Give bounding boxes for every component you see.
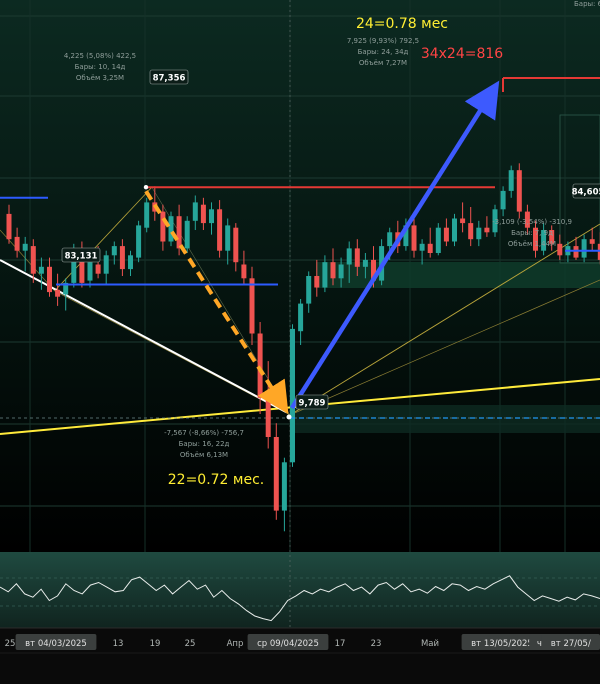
measure-3-line-1: Бары: 7, 9д	[511, 229, 553, 237]
time-tag-1: вт 04/03/2025	[25, 639, 87, 649]
measure-3-line-2: Объём 1,44M	[508, 240, 556, 248]
annotation-corner: Бары: 6	[574, 0, 600, 8]
candle-body-62	[508, 170, 514, 191]
candle-body-41	[338, 264, 344, 279]
candle-body-42	[346, 248, 352, 265]
price-label-low-start: 83,131	[65, 252, 98, 262]
candle-body-68	[557, 243, 563, 256]
candle-body-24	[200, 204, 206, 224]
candle-body-53	[435, 227, 441, 253]
candle-body-13	[111, 246, 117, 256]
time-tick-3: 19	[150, 639, 161, 649]
price-chart[interactable]: 87,356 83,131 9,789 84,605 4,225 (5,08%) 42…	[0, 0, 600, 684]
zone-bottom	[290, 405, 600, 433]
candle-body-37	[306, 276, 312, 304]
candle-body-14	[119, 246, 125, 270]
candle-body-15	[128, 255, 133, 270]
candle-body-58	[476, 227, 482, 240]
candle-body-0	[6, 213, 12, 240]
annotation-bottom: 22=0.72 мес.	[168, 472, 265, 488]
peak-dot	[143, 185, 149, 190]
price-label-right: 84,605	[572, 188, 600, 198]
candle-body-22	[184, 220, 190, 249]
candle-body-30	[249, 278, 255, 334]
candle-body-47	[387, 232, 393, 247]
candle-body-34	[281, 462, 287, 511]
time-tick-7: 17	[335, 639, 346, 649]
price-label-trough: 9,789	[299, 399, 326, 409]
candle-body-4	[38, 266, 44, 274]
candle-body-50	[411, 225, 417, 251]
measure-0-line-0: 4,225 (5,08%) 422,5	[64, 52, 136, 60]
candle-body-6	[55, 289, 61, 297]
candle-body-43	[354, 248, 360, 267]
candle-body-20	[168, 216, 174, 242]
candle-body-17	[144, 202, 150, 228]
time-tick-8: 23	[371, 639, 382, 649]
candle-body-26	[217, 209, 223, 251]
candle-body-11	[95, 264, 101, 274]
measure-1-line-0: 7,925 (9,93%) 792,5	[347, 37, 419, 45]
measure-2-line-0: -7,567 (-8,66%) -756,7	[164, 429, 244, 437]
chart-root: 87,356 83,131 9,789 84,605 4,225 (5,08%) 42…	[0, 0, 600, 684]
candle-body-36	[298, 303, 304, 332]
candle-body-71	[581, 239, 587, 258]
time-tick-9: Май	[421, 639, 439, 649]
candle-body-16	[136, 225, 142, 258]
trough-dot	[286, 414, 292, 420]
candle-body-56	[460, 218, 466, 224]
candle-body-33	[273, 437, 279, 511]
candle-body-19	[160, 211, 166, 242]
candle-body-12	[103, 255, 109, 274]
candle-body-39	[322, 262, 328, 288]
measure-2-line-2: Объём 6,13M	[180, 451, 228, 459]
candle-body-70	[573, 246, 579, 258]
candle-body-35	[290, 328, 295, 463]
candle-body-29	[241, 264, 247, 279]
time-tick-5: Апр	[227, 639, 244, 649]
time-tick-0: 25	[5, 639, 16, 649]
price-label-peak: 87,356	[153, 74, 186, 84]
candle-body-1	[14, 236, 20, 251]
measure-0-line-2: Объём 3,25M	[76, 74, 124, 82]
candle-body-52	[427, 243, 433, 253]
candle-body-27	[225, 225, 231, 251]
candle-body-40	[330, 262, 336, 279]
annotation-top: 24=0.78 мес	[356, 16, 448, 32]
candle-body-21	[176, 216, 182, 249]
measure-2-line-1: Бары: 16, 22д	[179, 440, 230, 448]
candle-body-38	[314, 276, 320, 288]
candle-body-31	[257, 333, 263, 398]
time-tag-11: вт 13/05/2025	[471, 639, 533, 649]
candle-body-44	[362, 259, 368, 267]
candle-body-23	[192, 202, 198, 221]
candle-body-3	[30, 246, 36, 274]
candle-body-5	[47, 266, 52, 293]
measure-1-line-2: Объём 7,27M	[359, 59, 407, 67]
time-tag-6: ср 09/04/2025	[257, 639, 319, 649]
candle-body-55	[452, 218, 457, 242]
candle-body-63	[516, 170, 522, 212]
measure-1-line-1: Бары: 24, 34д	[358, 48, 409, 56]
candle-body-28	[233, 227, 239, 263]
candle-body-51	[419, 243, 425, 251]
oscillator-pane-background	[0, 552, 600, 628]
candle-body-25	[209, 209, 214, 224]
candle-body-72	[589, 239, 595, 244]
measure-3-line-0: -3,109 (-3,54%) -310,9	[492, 218, 572, 226]
candle-body-61	[500, 190, 506, 210]
candle-body-10	[87, 262, 93, 281]
candle-body-59	[484, 227, 490, 233]
annotation-top-red: 34x24=816	[421, 46, 503, 62]
time-tick-2: 13	[113, 639, 124, 649]
measure-0-line-1: Бары: 10, 14д	[75, 63, 126, 71]
time-tick-4: 25	[185, 639, 196, 649]
time-tag-13: вт 27/05/	[551, 639, 591, 649]
candle-body-57	[468, 223, 474, 240]
candle-body-32	[265, 397, 271, 437]
candle-body-54	[443, 227, 449, 242]
candle-body-2	[22, 243, 28, 251]
